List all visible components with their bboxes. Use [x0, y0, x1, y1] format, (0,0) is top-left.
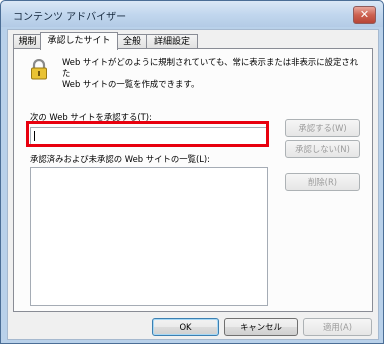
- close-icon: ✕: [359, 8, 370, 21]
- approve-button[interactable]: 承認する(W): [285, 119, 360, 137]
- lock-icon: [31, 59, 47, 80]
- disapprove-button[interactable]: 承認しない(N): [285, 140, 360, 158]
- list-label: 承認済みおよび未承認の Web サイトの一覧(L):: [30, 154, 210, 164]
- description-line-1: Web サイトがどのように規制されていても、常に表示または非表示に設定された: [62, 57, 359, 78]
- dialog-window: コンテンツ アドバイザー ✕ 規制 承認したサイト 全般 詳細設定 Web サイ…: [0, 0, 384, 344]
- sites-list[interactable]: [30, 167, 268, 306]
- close-button[interactable]: ✕: [353, 6, 376, 24]
- title-bar[interactable]: コンテンツ アドバイザー ✕: [1, 1, 383, 27]
- tab-advanced[interactable]: 詳細設定: [146, 34, 198, 49]
- description-text: Web サイトがどのように規制されていても、常に表示または非表示に設定された W…: [62, 57, 362, 90]
- tab-ratings[interactable]: 規制: [13, 34, 42, 49]
- dialog-body: 規制 承認したサイト 全般 詳細設定 Web サイトがどのように規制されていても…: [7, 29, 379, 340]
- tab-approved-sites[interactable]: 承認したサイト: [40, 32, 118, 50]
- tab-general[interactable]: 全般: [116, 34, 148, 49]
- window-title: コンテンツ アドバイザー: [13, 12, 127, 23]
- highlight-box: [26, 121, 269, 147]
- ok-button[interactable]: OK: [152, 318, 219, 336]
- delete-button[interactable]: 削除(R): [285, 173, 360, 191]
- apply-button[interactable]: 適用(A): [303, 318, 372, 336]
- approved-sites-panel: Web サイトがどのように規制されていても、常に表示または非表示に設定された W…: [13, 48, 373, 312]
- cancel-button[interactable]: キャンセル: [224, 318, 298, 336]
- description-line-2: Web サイトの一覧を作成できます。: [62, 79, 200, 89]
